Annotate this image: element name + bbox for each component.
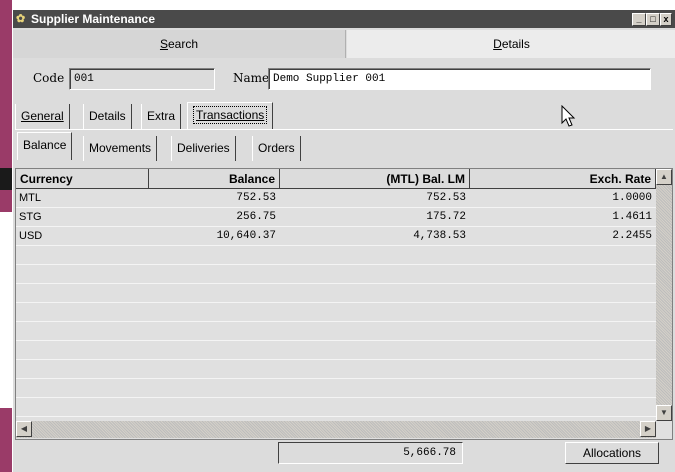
tab-balance-label: Balance (23, 138, 67, 152)
empty-row (16, 284, 656, 303)
table-row[interactable]: STG 256.75 175.72 1.4611 (16, 208, 656, 227)
empty-row (16, 265, 656, 284)
empty-row (16, 341, 656, 360)
scroll-up-icon[interactable]: ▲ (656, 169, 672, 185)
scroll-down-icon[interactable]: ▼ (656, 405, 672, 421)
cell-bal-lm: 4,738.53 (413, 230, 466, 242)
cell-currency: USD (19, 230, 43, 242)
close-button[interactable]: x (660, 13, 672, 26)
cell-balance: 256.75 (236, 211, 276, 223)
scroll-left-icon[interactable]: ◀ (16, 421, 32, 437)
tab-details[interactable]: Details (347, 30, 675, 58)
cell-currency: STG (19, 211, 42, 223)
cell-balance: 752.53 (236, 192, 276, 204)
tab-deliveries-label: Deliveries (177, 141, 230, 155)
tab-orders-label: Orders (258, 141, 295, 155)
allocations-button[interactable]: Allocations (565, 442, 659, 464)
tab-deliveries[interactable]: Deliveries (171, 136, 236, 161)
tab-section-details-label: Details (89, 109, 126, 123)
empty-row (16, 360, 656, 379)
cell-bal-lm: 175.72 (426, 211, 466, 223)
tab-section-details[interactable]: Details (83, 104, 132, 129)
tab-general[interactable]: General (15, 104, 70, 129)
table-row[interactable]: USD 10,640.37 4,738.53 2.2455 (16, 227, 656, 246)
vertical-scrollbar[interactable]: ▲ ▼ (656, 169, 672, 421)
tab-search-label: Search (159, 37, 199, 51)
tab-transactions-label: Transactions (196, 108, 265, 122)
window-title: Supplier Maintenance (31, 12, 156, 26)
tab-search[interactable]: Search (13, 30, 346, 58)
cell-exch-rate: 1.0000 (612, 192, 652, 204)
tabs-divider (15, 129, 673, 130)
title-bar: ✿ Supplier Maintenance _ □ x (13, 10, 675, 28)
desktop-strip (0, 168, 12, 190)
supplier-maintenance-window: ✿ Supplier Maintenance _ □ x Search Deta… (12, 10, 675, 472)
desktop-gap (0, 212, 12, 408)
name-field[interactable]: Demo Supplier 001 (268, 68, 651, 90)
column-header-bal-lm[interactable]: (MTL) Bal. LM (280, 169, 470, 189)
empty-row (16, 246, 656, 265)
tab-movements[interactable]: Movements (83, 136, 158, 161)
cell-balance: 10,640.37 (216, 230, 276, 242)
balance-grid[interactable]: Currency Balance (MTL) Bal. LM Exch. Rat… (15, 168, 673, 440)
tab-extra-label: Extra (147, 109, 176, 123)
horizontal-scrollbar[interactable]: ◀ ▶ (16, 421, 656, 438)
balance-total: 5,666.78 (278, 442, 463, 464)
empty-row (16, 303, 656, 322)
tab-general-label: General (21, 109, 64, 123)
scroll-right-icon[interactable]: ▶ (640, 421, 656, 437)
table-row[interactable]: MTL 752.53 752.53 1.0000 (16, 189, 656, 208)
name-label: Name (233, 71, 270, 85)
mouse-pointer-icon (561, 105, 576, 127)
column-header-balance[interactable]: Balance (149, 169, 280, 189)
empty-row (16, 398, 656, 417)
tab-balance[interactable]: Balance (17, 132, 73, 160)
tab-details-label: Details (493, 37, 530, 51)
column-header-exch-rate[interactable]: Exch. Rate (470, 169, 656, 189)
cell-currency: MTL (19, 192, 41, 204)
column-header-currency[interactable]: Currency (16, 169, 149, 189)
empty-row (16, 379, 656, 398)
app-icon: ✿ (16, 13, 26, 25)
tab-extra[interactable]: Extra (141, 104, 182, 129)
code-field[interactable]: 001 (69, 68, 215, 90)
desktop-background (0, 0, 12, 472)
tab-transactions[interactable]: Transactions (187, 102, 274, 129)
tab-movements-label: Movements (89, 141, 152, 155)
cell-exch-rate: 2.2455 (612, 230, 652, 242)
tab-orders[interactable]: Orders (252, 136, 301, 161)
maximize-button[interactable]: □ (646, 13, 660, 26)
minimize-button[interactable]: _ (632, 13, 646, 26)
cell-exch-rate: 1.4611 (612, 211, 652, 223)
cell-bal-lm: 752.53 (426, 192, 466, 204)
empty-row (16, 322, 656, 341)
code-label: Code (33, 71, 65, 85)
